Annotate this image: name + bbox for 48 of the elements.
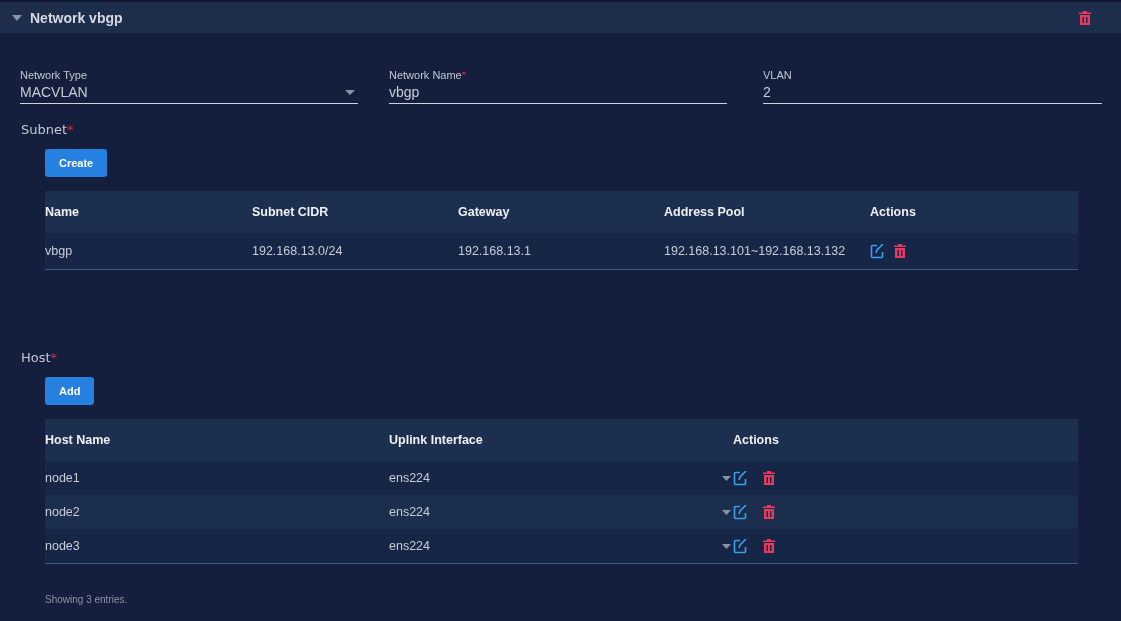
field-label: VLAN [763, 69, 793, 81]
column-header: Gateway [458, 205, 510, 219]
form-field[interactable]: Network Name* vbgp [389, 69, 727, 104]
field-value: MACVLAN [20, 84, 88, 100]
table-cell: node2 [45, 505, 80, 519]
field-label: Network Type [20, 69, 89, 81]
expand-caret-icon[interactable] [722, 475, 731, 481]
column-header: Actions [733, 433, 779, 447]
column-header: Actions [870, 205, 916, 219]
table-cell: vbgp [45, 244, 73, 258]
table-cell: 192.168.13.0/24 [252, 244, 343, 258]
table-cell: 192.168.13.1 [458, 244, 531, 258]
edit-icon[interactable] [733, 470, 747, 486]
form-field[interactable]: VLAN 2 [763, 69, 1102, 104]
column-header: Subnet CIDR [252, 205, 329, 219]
delete-icon[interactable] [763, 539, 775, 553]
table-cell: 192.168.13.101~192.168.13.132 [664, 244, 846, 258]
create-button[interactable]: Add [45, 377, 95, 405]
form-field[interactable]: Network Type MACVLAN [20, 69, 358, 104]
column-header: Name [45, 205, 80, 219]
column-header: Host Name [45, 433, 111, 447]
delete-icon[interactable] [763, 505, 775, 519]
table-cell: ens224 [389, 539, 430, 553]
delete-icon[interactable] [894, 244, 906, 258]
dropdown-caret-icon[interactable] [345, 89, 355, 95]
expand-caret-icon[interactable] [722, 509, 731, 515]
column-header: Address Pool [664, 205, 745, 219]
column-header: Uplink Interface [389, 433, 483, 447]
entries-count: Showing 3 entries. [45, 594, 129, 605]
delete-icon[interactable] [1079, 10, 1091, 25]
table-cell: node1 [45, 471, 80, 485]
panel-header[interactable]: Network vbgp [0, 2, 1121, 33]
table-cell: node3 [45, 539, 80, 553]
expand-caret-icon[interactable] [722, 543, 731, 549]
panel-title: Network vbgp [30, 9, 123, 26]
field-value: vbgp [389, 84, 420, 100]
field-label: Network Name* [389, 69, 468, 81]
section-label: Host* [20, 349, 59, 365]
edit-icon[interactable] [733, 538, 747, 554]
edit-icon[interactable] [870, 243, 884, 259]
section-label: Subnet* [20, 121, 75, 137]
edit-icon[interactable] [733, 504, 747, 520]
field-value: 2 [763, 84, 771, 100]
delete-icon[interactable] [763, 471, 775, 485]
create-button[interactable]: Create [45, 149, 108, 177]
table-cell: ens224 [389, 505, 430, 519]
caret-icon[interactable] [12, 14, 22, 21]
table-cell: ens224 [389, 471, 430, 485]
